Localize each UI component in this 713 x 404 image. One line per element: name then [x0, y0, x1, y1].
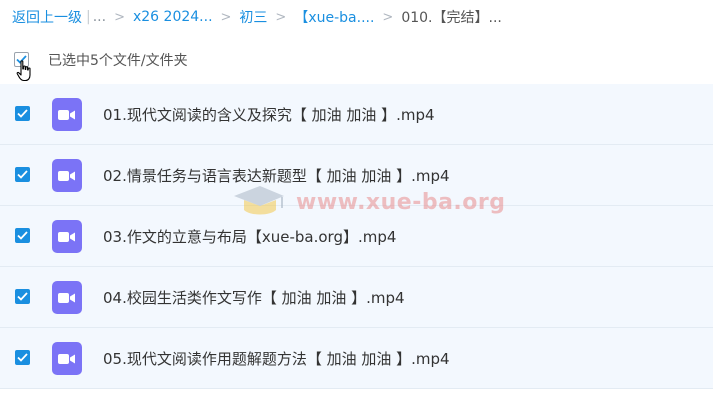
file-row[interactable]: 01.现代文阅读的含义及探究【 加油 加油 】.mp4 [0, 84, 713, 145]
selection-count-label: 已选中5个文件/文件夹 [48, 53, 188, 69]
video-file-icon [52, 281, 82, 314]
file-name[interactable]: 02.情景任务与语言表达新题型【 加油 加油 】.mp4 [103, 165, 450, 186]
file-row[interactable]: 05.现代文阅读作用题解题方法【 加油 加油 】.mp4 [0, 328, 713, 389]
chevron-right-icon: > [114, 9, 125, 25]
breadcrumb-item-2[interactable]: 初三 [239, 7, 267, 27]
selection-bar: 已选中5个文件/文件夹 [0, 40, 713, 80]
hand-cursor-icon [16, 60, 34, 86]
file-name[interactable]: 05.现代文阅读作用题解题方法【 加油 加油 】.mp4 [103, 348, 450, 369]
chevron-right-icon: > [382, 9, 394, 25]
chevron-right-icon: > [220, 9, 232, 25]
file-row[interactable]: 03.作文的立意与布局【xue-ba.org】.mp4 [0, 206, 713, 267]
file-list: 01.现代文阅读的含义及探究【 加油 加油 】.mp4 02.情景任务与语言表达… [0, 84, 713, 389]
file-row[interactable]: 02.情景任务与语言表达新题型【 加油 加油 】.mp4 [0, 145, 713, 206]
breadcrumb: 返回上一级 | ... > x26 2024... > 初三 > 【xue-ba… [12, 6, 502, 28]
breadcrumb-ellipsis[interactable]: ... [93, 9, 106, 25]
file-name[interactable]: 01.现代文阅读的含义及探究【 加油 加油 】.mp4 [103, 104, 435, 125]
file-name[interactable]: 03.作文的立意与布局【xue-ba.org】.mp4 [103, 226, 396, 247]
back-link[interactable]: 返回上一级 [12, 7, 82, 27]
breadcrumb-divider: | [86, 9, 91, 25]
file-checkbox[interactable] [15, 106, 30, 121]
file-checkbox[interactable] [15, 350, 30, 365]
breadcrumb-item-3[interactable]: 【xue-ba.... [294, 7, 374, 27]
file-checkbox[interactable] [15, 228, 30, 243]
video-file-icon [52, 98, 82, 131]
file-checkbox[interactable] [15, 167, 30, 182]
file-name[interactable]: 04.校园生活类作文写作【 加油 加油 】.mp4 [103, 287, 405, 308]
video-file-icon [52, 159, 82, 192]
breadcrumb-current: 010.【完结】... [401, 10, 502, 26]
video-file-icon [52, 342, 82, 375]
file-row[interactable]: 04.校园生活类作文写作【 加油 加油 】.mp4 [0, 267, 713, 328]
chevron-right-icon: > [275, 9, 287, 25]
video-file-icon [52, 220, 82, 253]
breadcrumb-item-1[interactable]: x26 2024... [133, 9, 213, 25]
file-checkbox[interactable] [15, 289, 30, 304]
